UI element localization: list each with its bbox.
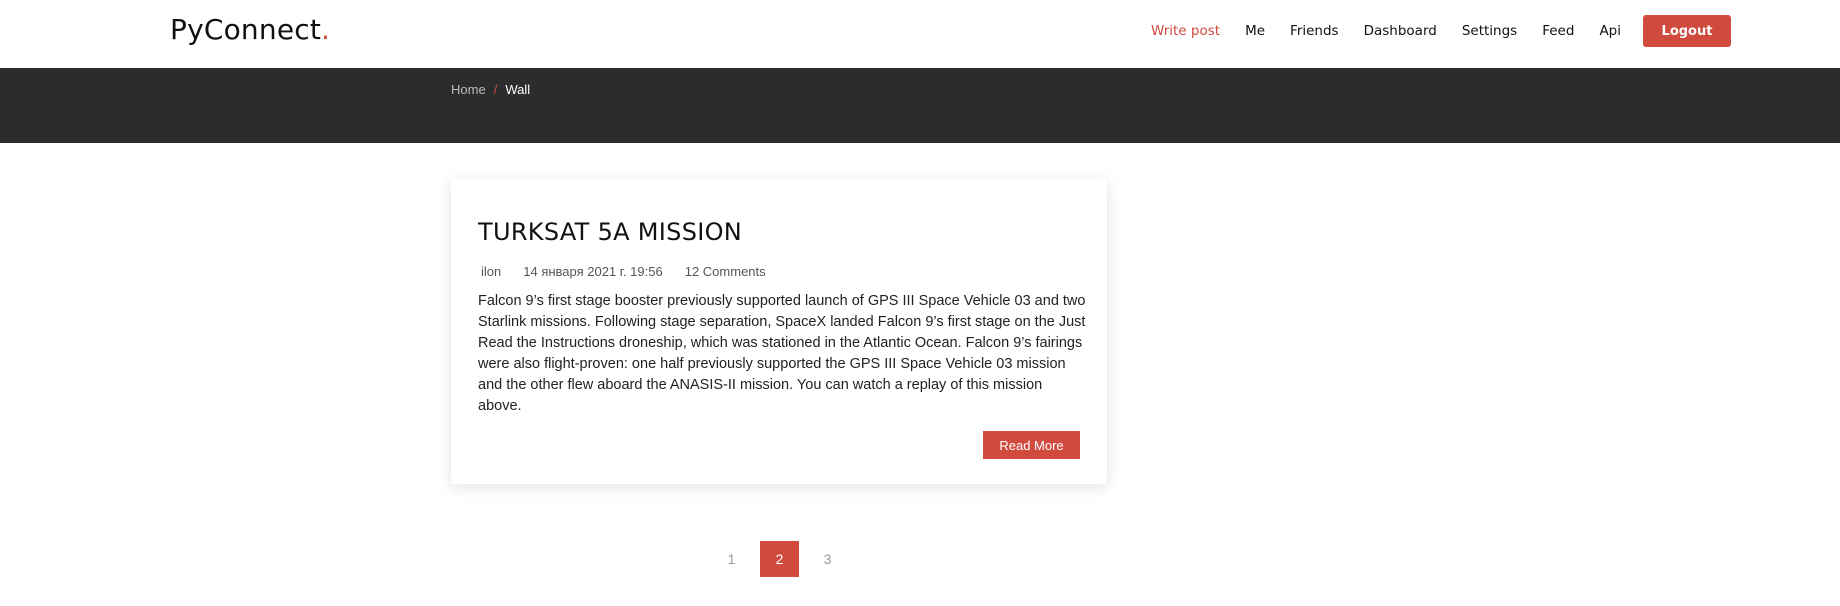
breadcrumb-home-link[interactable]: Home <box>451 82 486 97</box>
breadcrumb-separator: / <box>493 82 498 97</box>
page-link-1[interactable]: 1 <box>712 541 751 577</box>
post-card: TURKSAT 5A MISSION ilon 14 января 2021 г… <box>451 179 1107 484</box>
brand-dot: . <box>321 13 331 46</box>
read-more-button[interactable]: Read More <box>983 431 1080 459</box>
nav-item-settings[interactable]: Settings <box>1462 23 1517 39</box>
post-body: Falcon 9’s first stage booster previousl… <box>478 293 1086 414</box>
nav-item-api[interactable]: Api <box>1599 23 1621 39</box>
logout-button[interactable]: Logout <box>1643 15 1731 47</box>
page-link-3[interactable]: 3 <box>808 541 847 577</box>
nav-item-write-post[interactable]: Write post <box>1151 23 1220 39</box>
post-title[interactable]: TURKSAT 5A MISSION <box>478 218 742 246</box>
nav-item-feed[interactable]: Feed <box>1542 23 1574 39</box>
post-date: 14 января 2021 г. 19:56 <box>523 264 663 279</box>
nav-item-me[interactable]: Me <box>1245 23 1265 39</box>
breadcrumb: Home / Wall <box>451 82 530 97</box>
breadcrumb-current: Wall <box>505 82 531 97</box>
post-meta: ilon 14 января 2021 г. 19:56 12 Comments <box>481 264 788 279</box>
main-nav: Write post Me Friends Dashboard Settings… <box>1126 0 1840 62</box>
nav-item-dashboard[interactable]: Dashboard <box>1364 23 1437 39</box>
page-banner: Home / Wall <box>0 68 1840 143</box>
pagination: 1 2 3 <box>712 541 856 577</box>
brand-logo[interactable]: PyConnect. <box>170 13 330 46</box>
site-header: PyConnect. Write post Me Friends Dashboa… <box>0 0 1840 68</box>
post-comments-count[interactable]: 12 Comments <box>685 264 766 279</box>
page-link-2-current[interactable]: 2 <box>760 541 799 577</box>
brand-name[interactable]: PyConnect <box>170 13 321 46</box>
nav-item-friends[interactable]: Friends <box>1290 23 1339 39</box>
post-author[interactable]: ilon <box>481 264 501 279</box>
